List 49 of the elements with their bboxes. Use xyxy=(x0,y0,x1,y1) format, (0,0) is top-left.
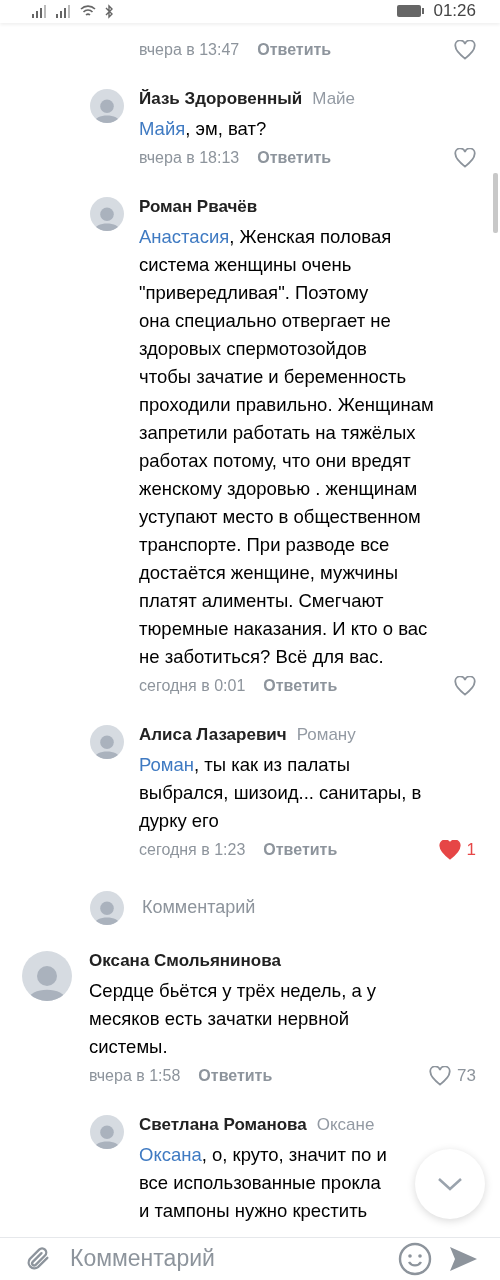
reply-to: Оксане xyxy=(316,1114,375,1135)
author-name[interactable]: Оксана Смольянинова xyxy=(89,950,281,971)
heart-icon[interactable] xyxy=(454,675,476,696)
signal-icon xyxy=(32,4,48,19)
signal-icon xyxy=(56,4,72,19)
reply-link[interactable]: Ответить xyxy=(257,148,332,167)
reply-link[interactable]: Ответить xyxy=(198,1066,273,1085)
author-name[interactable]: Светлана Романова xyxy=(139,1114,307,1135)
heart-icon[interactable] xyxy=(454,39,476,60)
heart-icon[interactable] xyxy=(454,147,476,168)
mention-link[interactable]: Майя xyxy=(139,117,186,139)
author-name[interactable]: Йазь Здоровенный xyxy=(139,88,303,109)
comment-time: вчера в 1:58 xyxy=(89,1066,181,1085)
chevron-down-icon xyxy=(437,1176,463,1191)
reply-field[interactable]: Комментарий xyxy=(142,897,256,919)
like-count: 73 xyxy=(457,1065,476,1086)
reply-link[interactable]: Ответить xyxy=(257,40,332,59)
scrollbar[interactable] xyxy=(493,172,498,233)
like-count: 1 xyxy=(466,839,476,860)
mention-link[interactable]: Роман xyxy=(139,753,195,775)
reply-to: Роману xyxy=(296,724,356,745)
avatar[interactable] xyxy=(90,724,124,759)
avatar[interactable] xyxy=(22,950,72,1001)
heart-icon[interactable] xyxy=(429,1065,452,1086)
comment-text: Анастасия, Женская половая система женщины очень "привередливая". Поэтому она специально отвергает не здоровых спермотозойдов чтобы зачатие и беременность проходили правильно. Женщинам запретили работать на тяжёлых работах потому, что они вредят женскому здоровью . женщинам уступают место в общественном транспорте. При разводе все достаётся женщине, мужчины платят алименты. Смегчают тюремные наказания. И кто о вас не заботиться? Всё для вас. xyxy=(139,224,435,669)
avatar[interactable] xyxy=(90,1114,124,1149)
comment-text: Роман, ты как из палаты выбрался, шизоид... санитары, в дурку его xyxy=(139,752,423,833)
smiley-icon[interactable] xyxy=(398,1241,432,1276)
reply-link[interactable]: Ответить xyxy=(263,676,338,695)
comment-time: вчера в 18:13 xyxy=(139,148,240,167)
author-name[interactable]: Алиса Лазаревич xyxy=(139,724,287,745)
mention-link[interactable]: Оксана xyxy=(139,1143,202,1165)
avatar[interactable] xyxy=(90,88,124,123)
comment-time: вчера в 13:47 xyxy=(139,40,240,59)
author-name[interactable]: Роман Рвачёв xyxy=(139,196,258,217)
wifi-icon xyxy=(80,4,96,19)
comment-time: сегодня в 0:01 xyxy=(139,676,246,695)
battery-icon xyxy=(397,4,426,19)
comment-text: Майя, эм, ват? xyxy=(139,116,268,141)
reply-to: Майе xyxy=(312,88,356,109)
heart-icon[interactable] xyxy=(438,839,461,860)
avatar[interactable] xyxy=(90,196,124,231)
avatar xyxy=(90,890,124,925)
mention-link[interactable]: Анастасия xyxy=(139,225,230,247)
comment-text: Сердце бьётся у трёх недель, а у месяков есть зачатки нервной системы. xyxy=(89,978,378,1059)
comment-time: сегодня в 1:23 xyxy=(139,840,246,859)
bluetooth-icon xyxy=(104,3,114,19)
reply-link[interactable]: Ответить xyxy=(263,840,338,859)
clock: 01:26 xyxy=(433,1,476,22)
